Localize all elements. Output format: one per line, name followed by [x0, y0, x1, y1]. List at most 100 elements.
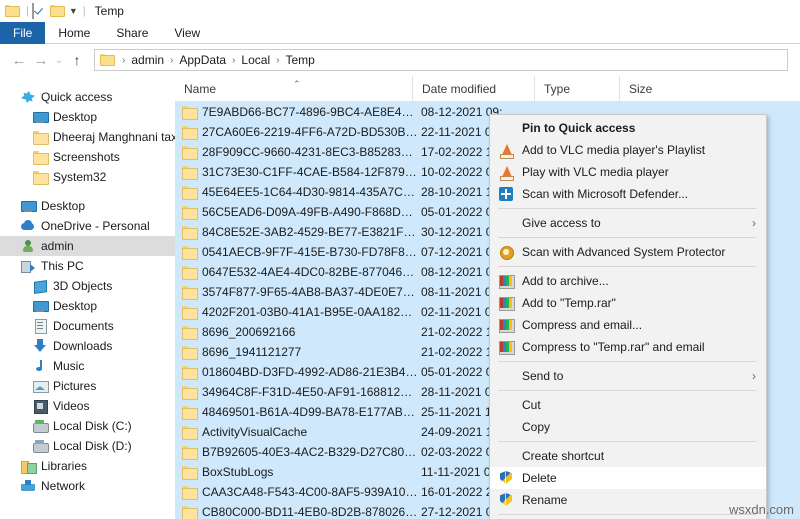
- recent-locations-chevron-down-icon[interactable]: ⌄: [52, 49, 66, 71]
- sidebar-item-onedrive-personal[interactable]: OneDrive - Personal: [0, 216, 175, 236]
- menu-separator: [498, 208, 756, 209]
- sidebar-item-music[interactable]: Music: [0, 356, 175, 376]
- sort-ascending-caret-icon: ⌃: [293, 79, 301, 90]
- new-folder-icon[interactable]: [50, 4, 65, 18]
- file-name-cell: 7E9ABD66-BC77-4896-9BC4-AE8E427200...: [202, 105, 418, 119]
- music-icon: [32, 358, 48, 374]
- menu-item-send-to[interactable]: Send to›: [490, 365, 766, 387]
- menu-item-play-with-vlc-media-player[interactable]: Play with VLC media player: [490, 161, 766, 183]
- column-header-size[interactable]: Size: [619, 76, 689, 102]
- menu-item-add-to-temp-rar[interactable]: Add to "Temp.rar": [490, 292, 766, 314]
- sidebar-item-desktop[interactable]: Desktop: [0, 107, 175, 127]
- sidebar-item-label: Quick access: [41, 90, 112, 104]
- sidebar-item-local-disk-c[interactable]: Local Disk (C:): [0, 416, 175, 436]
- sidebar-item-local-disk-d[interactable]: Local Disk (D:): [0, 436, 175, 456]
- navigation-pane[interactable]: Quick accessDesktopDheeraj Manghnani tax…: [0, 76, 175, 519]
- folder-icon[interactable]: [5, 4, 20, 18]
- menu-item-rename[interactable]: Rename: [490, 489, 766, 511]
- 3d-objects-icon: [32, 278, 48, 294]
- back-icon[interactable]: ←: [8, 49, 30, 71]
- folder-icon: [181, 484, 197, 500]
- sidebar-item-dheeraj-manghnani-tax[interactable]: Dheeraj Manghnani tax: [0, 127, 175, 147]
- defender-shield-icon: [498, 186, 514, 202]
- menu-item-delete[interactable]: Delete: [490, 467, 766, 489]
- cloud-icon: [20, 218, 36, 234]
- menu-item-no-icon: [498, 120, 514, 136]
- network-icon: [20, 478, 36, 494]
- column-header-date-modified[interactable]: Date modified: [412, 76, 534, 102]
- sidebar-item-downloads[interactable]: Downloads: [0, 336, 175, 356]
- sidebar-item-label: Local Disk (C:): [53, 419, 132, 433]
- menu-item-label: Compress and email...: [522, 318, 766, 332]
- breadcrumb-sep-1: ›: [166, 55, 177, 66]
- folder-icon: [181, 324, 197, 340]
- menu-item-compress-and-email[interactable]: Compress and email...: [490, 314, 766, 336]
- menu-item-compress-to-temp-rar-and-email[interactable]: Compress to "Temp.rar" and email: [490, 336, 766, 358]
- sidebar-item-videos[interactable]: Videos: [0, 396, 175, 416]
- menu-item-label: Create shortcut: [522, 449, 766, 463]
- sidebar-item-system32[interactable]: System32: [0, 167, 175, 187]
- menu-item-label: Pin to Quick access: [522, 121, 766, 135]
- menu-item-label: Send to: [522, 369, 752, 383]
- sidebar-item-label: Pictures: [53, 379, 96, 393]
- breadcrumb-local[interactable]: Local: [239, 53, 272, 67]
- menu-item-label: Scan with Microsoft Defender...: [522, 187, 766, 201]
- tab-view[interactable]: View: [161, 22, 213, 44]
- watermark: wsxdn.com: [729, 502, 794, 517]
- menu-item-add-to-vlc-media-player-s-playlist[interactable]: Add to VLC media player's Playlist: [490, 139, 766, 161]
- customize-caret-icon[interactable]: ▼: [69, 6, 78, 16]
- sidebar-item-desktop[interactable]: Desktop: [0, 196, 175, 216]
- sidebar-item-network[interactable]: Network: [0, 476, 175, 496]
- address-bar[interactable]: › admin › AppData › Local › Temp: [94, 49, 788, 71]
- folder-icon: [181, 104, 197, 120]
- sidebar-item-label: 3D Objects: [53, 279, 112, 293]
- column-header-type[interactable]: Type: [534, 76, 619, 102]
- menu-item-scan-with-advanced-system-protector[interactable]: Scan with Advanced System Protector: [490, 241, 766, 263]
- tab-home[interactable]: Home: [45, 22, 103, 44]
- folder-icon: [181, 284, 197, 300]
- menu-item-add-to-archive[interactable]: Add to archive...: [490, 270, 766, 292]
- folder-icon: [32, 129, 48, 145]
- column-headers: Name ⌃ Date modified Type Size: [175, 76, 800, 102]
- menu-item-create-shortcut[interactable]: Create shortcut: [490, 445, 766, 467]
- file-name-cell: CB80C000-BD11-4EB0-8D2B-87802637B62B: [202, 505, 418, 519]
- sidebar-item-3d-objects[interactable]: 3D Objects: [0, 276, 175, 296]
- sidebar-item-admin[interactable]: admin: [0, 236, 175, 256]
- sidebar-item-this-pc[interactable]: This PC: [0, 256, 175, 276]
- star-pin-icon: [20, 89, 36, 105]
- menu-item-cut[interactable]: Cut: [490, 394, 766, 416]
- this-pc-icon: [20, 258, 36, 274]
- breadcrumb-temp[interactable]: Temp: [283, 53, 316, 67]
- breadcrumb-admin[interactable]: admin: [129, 53, 166, 67]
- pictures-icon: [32, 378, 48, 394]
- up-icon[interactable]: ↑: [66, 49, 88, 71]
- menu-item-pin-to-quick-access[interactable]: Pin to Quick access: [490, 117, 766, 139]
- properties-checkbox-icon[interactable]: [32, 4, 47, 18]
- sidebar-item-desktop[interactable]: Desktop: [0, 296, 175, 316]
- tab-share[interactable]: Share: [103, 22, 161, 44]
- sidebar-item-libraries[interactable]: Libraries: [0, 456, 175, 476]
- forward-icon[interactable]: →: [30, 49, 52, 71]
- folder-icon: [181, 244, 197, 260]
- menu-item-scan-with-microsoft-defender[interactable]: Scan with Microsoft Defender...: [490, 183, 766, 205]
- menu-item-label: Play with VLC media player: [522, 165, 766, 179]
- folder-icon: [181, 264, 197, 280]
- menu-separator: [498, 514, 756, 515]
- menu-separator: [498, 390, 756, 391]
- tab-file[interactable]: File: [0, 22, 45, 44]
- sidebar-item-pictures[interactable]: Pictures: [0, 376, 175, 396]
- file-name-cell: CAA3CA48-F543-4C00-8AF5-939A106D2...: [202, 485, 418, 499]
- folder-icon: [32, 149, 48, 165]
- breadcrumb-appdata[interactable]: AppData: [177, 53, 228, 67]
- menu-item-copy[interactable]: Copy: [490, 416, 766, 438]
- videos-icon: [32, 398, 48, 414]
- sidebar-item-screenshots[interactable]: Screenshots: [0, 147, 175, 167]
- context-menu[interactable]: Pin to Quick access Add to VLC media play…: [489, 114, 767, 519]
- menu-item-no-icon: [498, 448, 514, 464]
- sidebar-item-documents[interactable]: Documents: [0, 316, 175, 336]
- menu-item-give-access-to[interactable]: Give access to›: [490, 212, 766, 234]
- menu-separator: [498, 361, 756, 362]
- menu-item-label: Delete: [522, 471, 766, 485]
- chevron-right-icon: ›: [752, 216, 756, 230]
- sidebar-item-quick-access[interactable]: Quick access: [0, 87, 175, 107]
